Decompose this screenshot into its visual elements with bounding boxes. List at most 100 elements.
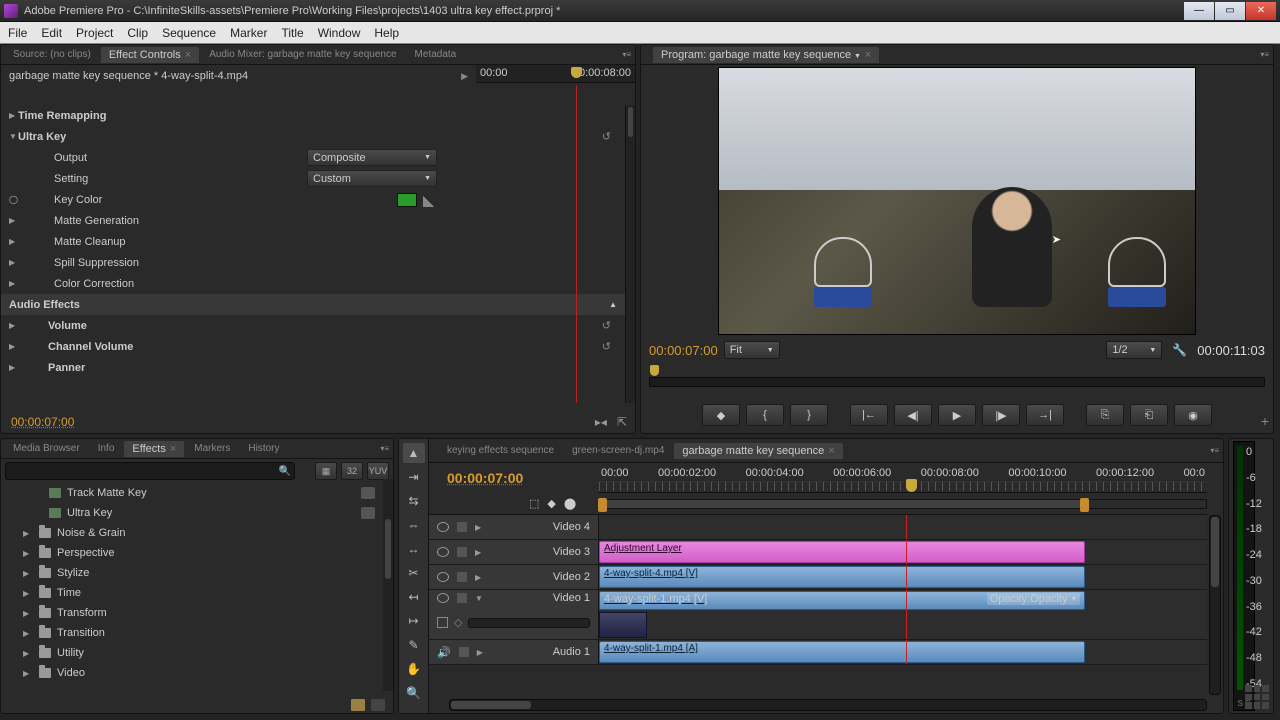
rolling-edit-tool[interactable]: ⇔ — [403, 515, 425, 535]
timeline-tab-0[interactable]: keying effects sequence — [439, 443, 562, 458]
lift-button[interactable]: ⎘ — [1086, 404, 1124, 426]
work-area-handle-left[interactable] — [598, 498, 607, 512]
menu-title[interactable]: Title — [281, 26, 303, 40]
selection-tool[interactable]: ▲ — [403, 443, 425, 463]
slip-tool[interactable]: ↤ — [403, 587, 425, 607]
chevron-down-icon[interactable]: ▼ — [854, 53, 861, 60]
effects-item-5[interactable]: ▶Time — [1, 583, 383, 603]
effects-item-7[interactable]: ▶Transition — [1, 623, 383, 643]
eye-icon[interactable] — [437, 593, 449, 603]
timeline-current-time[interactable]: 00:00:07:00 — [429, 463, 599, 493]
add-marker-button[interactable]: ◆ — [702, 404, 740, 426]
ec-row-keyColor[interactable]: ◯Key Color — [1, 189, 625, 210]
ec-row-setting[interactable]: SettingCustom▼ — [1, 168, 625, 189]
eye-icon[interactable] — [437, 572, 449, 582]
marker-icon[interactable]: ◆ — [547, 497, 555, 510]
disclosure-icon[interactable]: ▶ — [23, 529, 32, 538]
disclosure-icon[interactable]: ▶ — [23, 549, 32, 558]
ec-row-ultraKey[interactable]: ▼Ultra Key↺ — [1, 126, 625, 147]
disclosure-icon[interactable]: ▶ — [23, 569, 32, 578]
track-lock-icon[interactable] — [459, 647, 469, 657]
effects-item-0[interactable]: Track Matte Key — [1, 483, 383, 503]
current-timecode[interactable]: 00:00:07:00 — [649, 343, 718, 358]
menu-help[interactable]: Help — [374, 26, 399, 40]
reset-icon[interactable]: ↺ — [602, 340, 611, 353]
tab-history[interactable]: History — [240, 441, 287, 456]
sync-icon[interactable]: ⬤ — [564, 497, 576, 510]
effect-controls-scrollbar[interactable] — [625, 105, 635, 403]
wrench-icon[interactable]: 🔧 — [1172, 343, 1187, 357]
tab-info[interactable]: Info — [90, 441, 123, 456]
panel-menu-icon[interactable]: ▾≡ — [380, 444, 389, 453]
menu-clip[interactable]: Clip — [127, 26, 148, 40]
key-color-swatch[interactable] — [397, 193, 417, 207]
clip-v1[interactable]: 4-way-split-1.mp4 [V]Opacity:Opacity▼ — [599, 591, 1085, 610]
panel-menu-icon[interactable]: ▾≡ — [1210, 446, 1219, 455]
playhead-icon[interactable] — [650, 365, 659, 376]
window-maximize-button[interactable]: ▭ — [1215, 2, 1245, 20]
track-header-v4[interactable]: ▶Video 4 — [429, 515, 599, 539]
combo-setting[interactable]: Custom▼ — [307, 170, 437, 187]
zoom-tool[interactable]: 🔍 — [403, 683, 425, 703]
opacity-dropdown[interactable]: Opacity:Opacity▼ — [987, 593, 1081, 605]
menu-edit[interactable]: Edit — [41, 26, 62, 40]
program-scrub-bar[interactable] — [649, 365, 1265, 393]
audio-effects-header[interactable]: Audio Effects▲ — [1, 294, 625, 315]
window-close-button[interactable]: ✕ — [1246, 2, 1276, 20]
effects-item-1[interactable]: Ultra Key — [1, 503, 383, 523]
fit-dropdown[interactable]: Fit▼ — [724, 341, 780, 359]
resolution-dropdown[interactable]: 1/2▼ — [1106, 341, 1162, 359]
delete-icon[interactable] — [371, 699, 385, 711]
effects-item-2[interactable]: ▶Noise & Grain — [1, 523, 383, 543]
playhead-icon[interactable] — [906, 479, 917, 492]
disclosure-icon[interactable]: ▶ — [23, 669, 32, 678]
goto-out-button[interactable]: →| — [1026, 404, 1064, 426]
ec-row-colorCorr[interactable]: ▶Color Correction — [1, 273, 625, 294]
tab-source[interactable]: Source: (no clips) — [5, 47, 99, 62]
track-header-a1[interactable]: 🔊▶Audio 1 — [429, 640, 599, 664]
ec-row-spill[interactable]: ▶Spill Suppression — [1, 252, 625, 273]
tab-effects[interactable]: Effects× — [124, 441, 184, 457]
effect-controls-ruler[interactable]: 00:00 00:00:08:00 — [476, 65, 635, 83]
track-option-icon[interactable] — [437, 617, 448, 628]
snap-icon[interactable]: ⬚ — [529, 497, 539, 510]
export-frame-button[interactable]: ◉ — [1174, 404, 1212, 426]
disclosure-icon[interactable]: ▶ — [23, 609, 32, 618]
new-bin-icon[interactable] — [351, 699, 365, 711]
clip-a1[interactable]: 4-way-split-1.mp4 [A] — [599, 641, 1085, 663]
ec-row-timeRemap[interactable]: ▶Time Remapping — [1, 105, 625, 126]
track-lock-icon[interactable] — [457, 572, 467, 582]
rate-stretch-tool[interactable]: ↔ — [403, 539, 425, 559]
pen-tool[interactable]: ✎ — [403, 635, 425, 655]
ec-audio-row-1[interactable]: ▶Channel Volume↺ — [1, 336, 625, 357]
panel-menu-icon[interactable]: ▾≡ — [1260, 50, 1269, 59]
ec-row-output[interactable]: OutputComposite▼ — [1, 147, 625, 168]
close-icon[interactable]: × — [170, 443, 176, 455]
ec-audio-row-0[interactable]: ▶Volume↺ — [1, 315, 625, 336]
goto-in-button[interactable]: |← — [850, 404, 888, 426]
reset-icon[interactable]: ↺ — [602, 130, 611, 143]
tab-effect-controls[interactable]: Effect Controls× — [101, 47, 199, 63]
track-lock-icon[interactable] — [457, 522, 467, 532]
close-icon[interactable]: × — [828, 445, 834, 457]
track-lock-icon[interactable] — [457, 547, 467, 557]
effects-item-6[interactable]: ▶Transform — [1, 603, 383, 623]
disclosure-icon[interactable]: ▶ — [23, 589, 32, 598]
tab-markers[interactable]: Markers — [186, 441, 238, 456]
clip-adjustment-layer[interactable]: Adjustment Layer — [599, 541, 1085, 563]
timeline-tab-2[interactable]: garbage matte key sequence× — [674, 443, 842, 459]
window-minimize-button[interactable]: — — [1184, 2, 1214, 20]
track-lock-icon[interactable] — [457, 593, 467, 603]
effects-scrollbar[interactable] — [383, 479, 393, 691]
step-back-button[interactable]: ◀| — [894, 404, 932, 426]
menu-window[interactable]: Window — [318, 26, 361, 40]
hand-tool[interactable]: ✋ — [403, 659, 425, 679]
menu-project[interactable]: Project — [76, 26, 113, 40]
effects-item-3[interactable]: ▶Perspective — [1, 543, 383, 563]
effects-item-9[interactable]: ▶Video — [1, 663, 383, 683]
tab-audio-mixer[interactable]: Audio Mixer: garbage matte key sequence — [201, 47, 404, 62]
timeline-hscrollbar[interactable] — [449, 699, 1207, 711]
ec-row-matteGen[interactable]: ▶Matte Generation — [1, 210, 625, 231]
chevron-right-icon[interactable]: ▶ — [461, 71, 468, 82]
track-header-v1[interactable]: ▼Video 1 ◇ — [429, 590, 599, 639]
